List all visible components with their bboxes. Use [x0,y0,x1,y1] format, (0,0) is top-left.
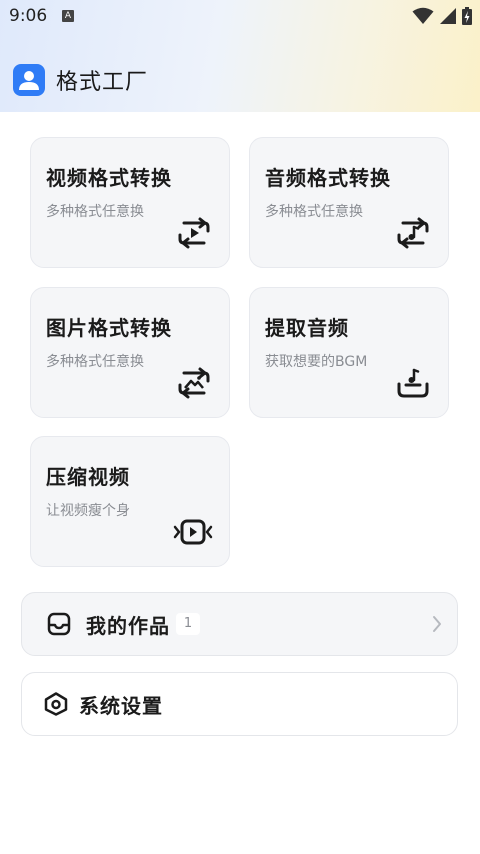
inbox-icon [47,612,71,636]
notification-icon: A [62,10,74,22]
card-compress-video[interactable]: 压缩视频 让视频瘦个身 [30,436,230,567]
card-title: 提取音频 [265,316,349,340]
card-extract-audio[interactable]: 提取音频 获取想要的BGM [249,287,449,418]
status-icons [412,7,472,25]
system-settings-label: 系统设置 [79,693,163,718]
extract-audio-icon [397,368,429,398]
status-bar: 9:06 A [0,0,480,32]
cell-signal-icon [440,8,456,24]
system-settings-button[interactable]: 系统设置 [21,672,458,736]
card-audio-convert[interactable]: 音频格式转换 多种格式任意换 [249,137,449,268]
card-subtitle: 获取想要的BGM [265,354,368,370]
card-title: 图片格式转换 [46,316,172,340]
video-convert-icon [178,217,210,249]
wifi-icon [412,7,434,24]
app-header: 格式工厂 [13,62,148,98]
audio-convert-icon [397,217,429,249]
my-works-label: 我的作品 [86,613,170,638]
card-image-convert[interactable]: 图片格式转换 多种格式任意换 [30,287,230,418]
my-works-button[interactable]: 我的作品 1 [21,592,458,656]
compress-video-icon [173,519,213,545]
card-subtitle: 多种格式任意换 [46,354,144,370]
card-subtitle: 让视频瘦个身 [46,503,130,519]
chevron-right-icon [433,616,441,632]
card-title: 视频格式转换 [46,166,172,190]
card-subtitle: 多种格式任意换 [265,204,363,220]
card-title: 音频格式转换 [265,166,391,190]
card-subtitle: 多种格式任意换 [46,204,144,220]
status-time: 9:06 [9,6,48,26]
card-video-convert[interactable]: 视频格式转换 多种格式任意换 [30,137,230,268]
app-title: 格式工厂 [56,70,149,95]
user-logo-icon [13,64,45,96]
battery-icon [462,7,472,25]
settings-hexagon-icon [44,692,68,716]
image-convert-icon [178,367,210,399]
card-title: 压缩视频 [46,465,130,489]
works-count-badge: 1 [176,613,200,635]
